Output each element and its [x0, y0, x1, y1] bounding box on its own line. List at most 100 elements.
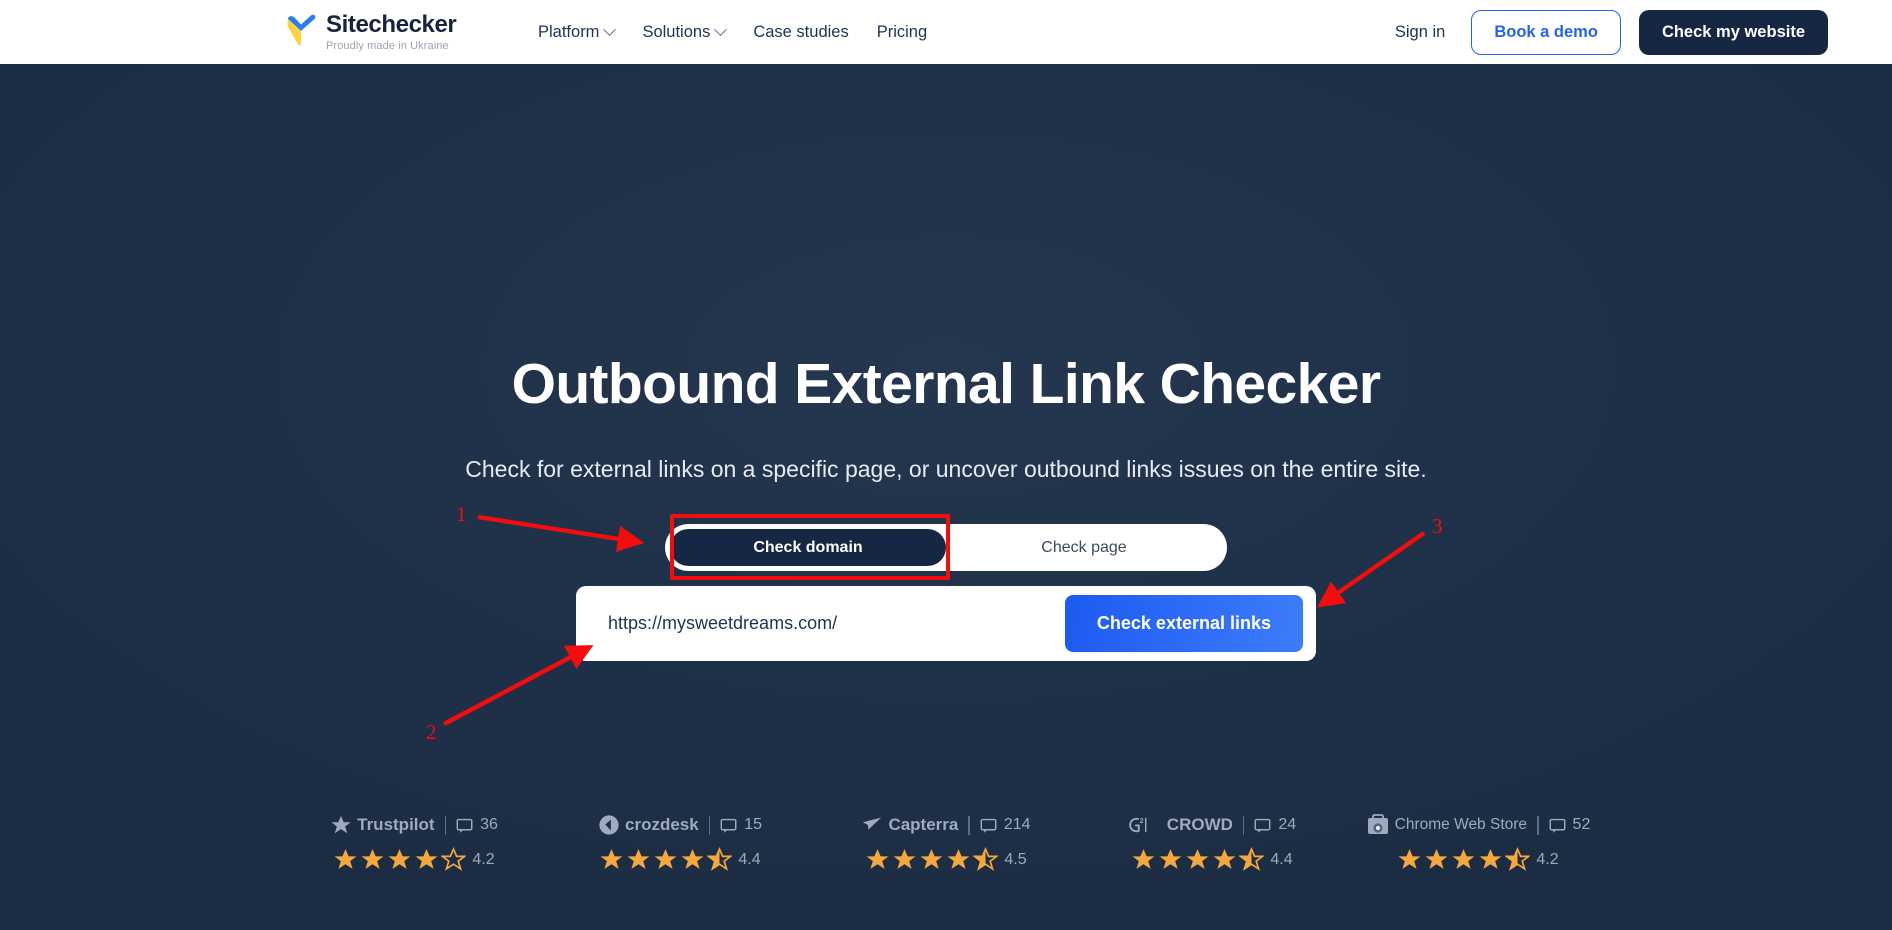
brand-label: crozdesk: [625, 815, 699, 834]
logo[interactable]: Sitechecker Proudly made in Ukraine: [286, 11, 457, 53]
header-actions: Sign in Book a demo Check my website: [1395, 0, 1828, 64]
nav-item-pricing[interactable]: Pricing: [877, 23, 927, 42]
brand-g2crowd: 2 CROWD: [1128, 815, 1233, 835]
star-full-icon: [920, 849, 943, 869]
star-rating: 4.2: [333, 847, 495, 872]
badge-header: Trustpilot 36: [330, 812, 498, 838]
badge-capterra: Capterra 214 4.5: [841, 812, 1051, 872]
chevron-down-icon: [714, 22, 728, 36]
brand-chrome-web-store: Chrome Web Store: [1366, 813, 1527, 837]
divider: [968, 815, 970, 835]
book-a-demo-button[interactable]: Book a demo: [1471, 9, 1621, 55]
crozdesk-hex-icon: [599, 815, 619, 835]
divider: [1537, 815, 1539, 835]
star-empty-icon: [441, 847, 467, 871]
annotation-arrows: [442, 514, 1426, 726]
nav-item-case-studies-label: Case studies: [753, 22, 849, 41]
divider: [444, 815, 447, 835]
capterra-arrow-icon: [863, 817, 882, 830]
star-full-icon: [1132, 849, 1155, 869]
g2-crowd-icon: 2: [1129, 817, 1147, 833]
star-rating: 4.2: [1397, 847, 1559, 872]
comment-icon: [980, 818, 997, 833]
mode-toggle: Check domain Check page: [665, 524, 1227, 571]
divider: [1242, 815, 1245, 835]
review-count: 36: [456, 816, 498, 834]
star-full-icon: [866, 849, 889, 869]
nav-item-solutions-label: Solutions: [642, 22, 711, 41]
sign-in-link[interactable]: Sign in: [1395, 23, 1445, 42]
page-title: Outbound External Link Checker: [511, 352, 1381, 416]
star-full-icon: [681, 849, 704, 869]
nav-item-case-studies[interactable]: Case studies: [753, 23, 848, 42]
rating-value: 4.5: [1004, 850, 1027, 868]
logo-tagline: Proudly made in Ukraine: [326, 40, 449, 52]
star-full-icon: [627, 849, 650, 869]
badge-header: Chrome Web Store 52: [1366, 812, 1591, 838]
chevron-down-icon: [603, 22, 617, 36]
star-full-icon: [1186, 849, 1209, 869]
brand-capterra: Capterra: [861, 814, 958, 836]
review-count-value: 36: [480, 816, 498, 833]
rating-value: 4.4: [1270, 850, 1293, 868]
nav-item-platform[interactable]: Platform: [538, 22, 617, 42]
star-half-icon: [1239, 847, 1265, 871]
brand-label: Capterra: [888, 815, 959, 834]
star-full-icon: [415, 849, 438, 869]
page-subtitle: Check for external links on a specific p…: [465, 456, 1427, 482]
star-full-icon: [1479, 849, 1502, 869]
badge-trustpilot: Trustpilot 36 4.2: [309, 812, 519, 872]
nav-item-platform-label: Platform: [538, 22, 600, 41]
star-full-icon: [1159, 849, 1182, 869]
tab-check-page[interactable]: Check page: [946, 529, 1222, 566]
tab-check-domain[interactable]: Check domain: [670, 529, 946, 566]
annotation-overlay: 1 2 3: [0, 64, 1892, 930]
brand-label: Chrome Web Store: [1394, 816, 1528, 833]
brand-trustpilot: Trustpilot: [330, 814, 435, 836]
review-count-value: 214: [1003, 816, 1031, 833]
review-count-value: 15: [744, 816, 762, 833]
review-count: 214: [980, 816, 1031, 834]
main-nav: Platform Solutions Case studies Pricing: [538, 0, 927, 64]
hero-section: Outbound External Link Checker Check for…: [0, 64, 1892, 930]
annotation-number-3: 3: [1432, 514, 1443, 538]
trustpilot-star-icon: [331, 815, 351, 834]
divider: [708, 815, 711, 835]
star-half-icon: [707, 847, 733, 871]
badge-header: crozdesk 15: [598, 812, 762, 838]
review-count: 15: [720, 816, 762, 834]
star-full-icon: [1452, 849, 1475, 869]
brand-label: CROWD: [1166, 815, 1233, 834]
check-my-website-button[interactable]: Check my website: [1638, 9, 1828, 55]
logo-wordmark: Sitechecker: [326, 11, 457, 38]
svg-text:2: 2: [1139, 817, 1143, 825]
rating-value: 4.2: [1536, 850, 1559, 868]
review-badges: Trustpilot 36 4.2 crozdesk 15 4.4 Capter…: [0, 812, 1892, 872]
star-rating: 4.4: [1131, 847, 1293, 872]
url-input[interactable]: [576, 613, 1065, 634]
star-rating: 4.5: [865, 847, 1027, 872]
star-rating: 4.4: [599, 847, 761, 872]
sitechecker-heart-logo-icon: [287, 14, 316, 46]
check-external-links-button[interactable]: Check external links: [1064, 595, 1303, 652]
review-count: 24: [1254, 816, 1296, 834]
review-count: 52: [1549, 816, 1591, 834]
comment-icon: [720, 818, 737, 833]
star-full-icon: [334, 849, 357, 869]
annotation-number-2: 2: [426, 720, 437, 744]
star-full-icon: [600, 849, 623, 869]
star-half-icon: [1505, 847, 1531, 871]
nav-item-solutions[interactable]: Solutions: [642, 22, 728, 42]
badge-chrome-web-store: Chrome Web Store 52 4.2: [1367, 812, 1590, 872]
star-full-icon: [893, 849, 916, 869]
badge-header: Capterra 214: [861, 812, 1031, 838]
star-half-icon: [973, 847, 999, 871]
star-full-icon: [1425, 849, 1448, 869]
annotation-number-1: 1: [456, 502, 467, 526]
site-header: Sitechecker Proudly made in Ukraine Plat…: [0, 0, 1892, 64]
comment-icon: [1549, 818, 1565, 833]
review-count-value: 52: [1572, 816, 1591, 833]
badge-g2crowd: 2 CROWD 24 4.4: [1107, 812, 1317, 872]
badge-header: 2 CROWD 24: [1128, 812, 1296, 838]
star-full-icon: [1398, 849, 1421, 869]
